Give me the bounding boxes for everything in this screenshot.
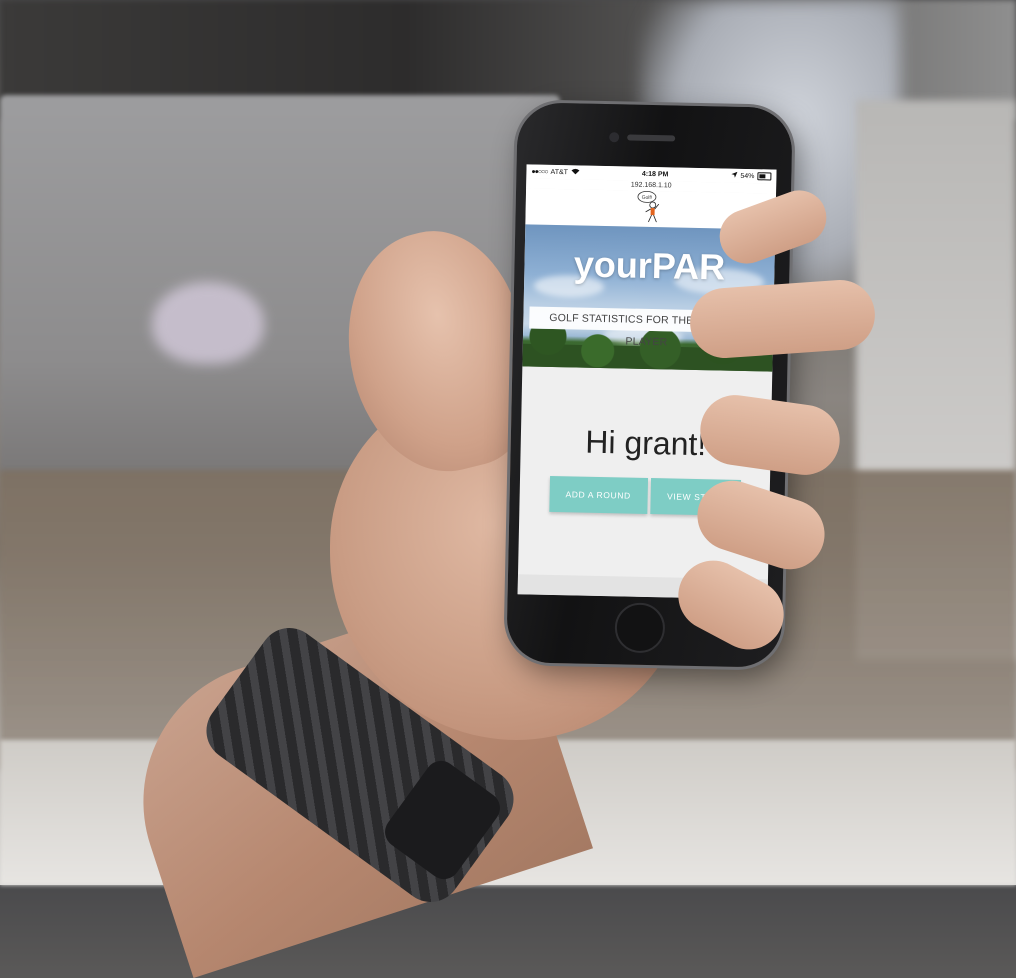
home-button[interactable]	[614, 602, 666, 654]
apple-logo-icon	[152, 282, 264, 364]
golfer-mascot-icon[interactable]: Golf!	[636, 189, 665, 229]
front-camera-icon	[609, 132, 620, 143]
wifi-icon	[570, 168, 579, 176]
earpiece-speaker	[627, 134, 676, 142]
signal-strength-icon: ●●○○○	[531, 167, 548, 176]
clock: 4:18 PM	[641, 170, 669, 178]
middle-finger	[687, 277, 878, 361]
battery-icon	[757, 172, 772, 181]
add-round-button[interactable]: ADD A ROUND	[548, 475, 648, 514]
battery-percent: 54%	[740, 172, 755, 180]
location-arrow-icon	[731, 171, 738, 180]
carrier-name: AT&T	[550, 168, 569, 176]
svg-text:Golf!: Golf!	[642, 194, 653, 200]
